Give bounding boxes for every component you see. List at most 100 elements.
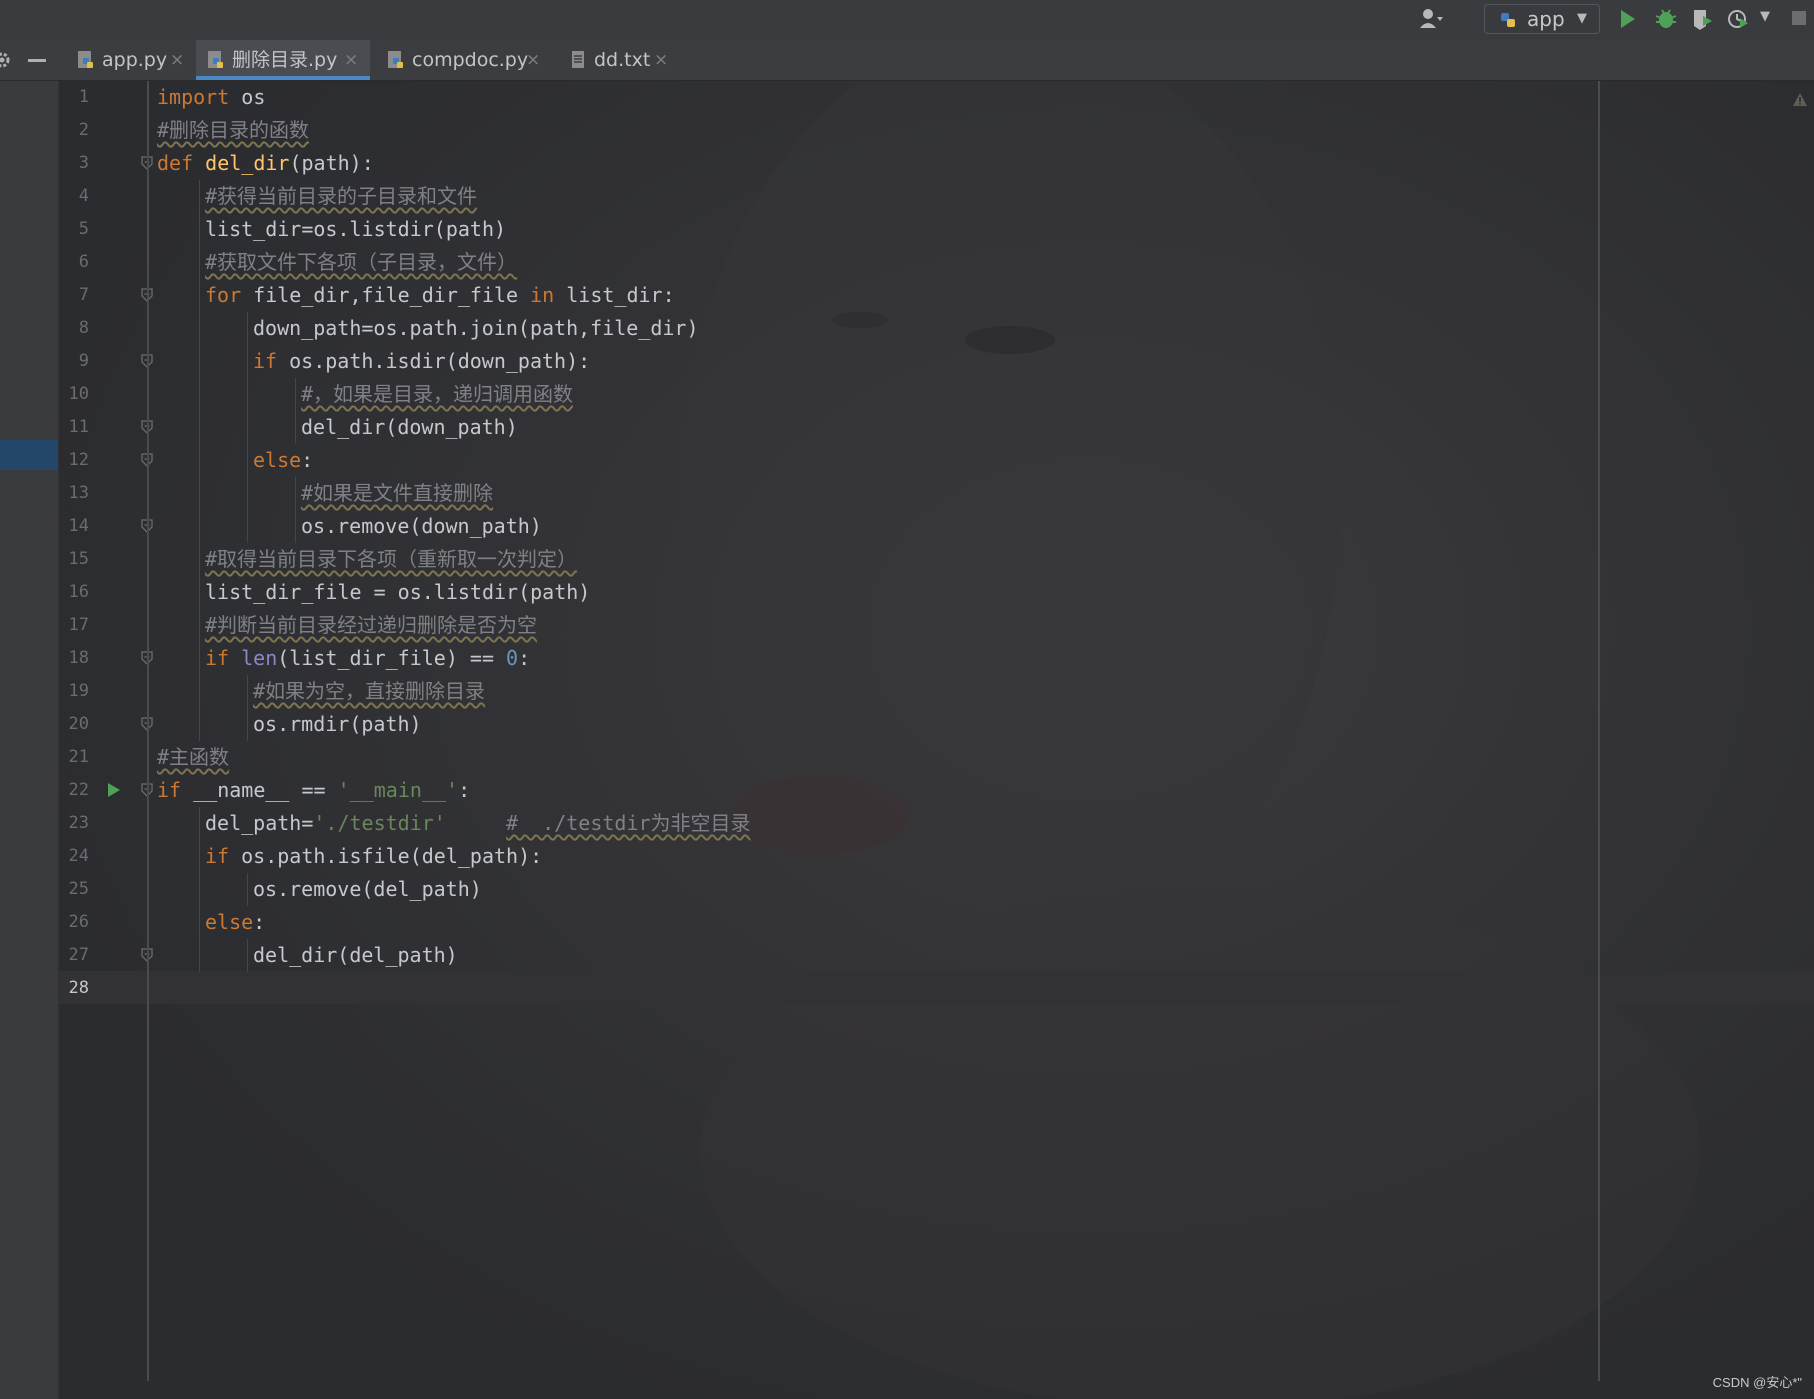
code-line[interactable]: down_path=os.path.join(path,file_dir)	[253, 312, 699, 345]
python-file-icon	[388, 51, 403, 68]
run-icon[interactable]	[1614, 6, 1640, 32]
code-token: :	[253, 910, 266, 934]
indent-guide	[295, 477, 296, 543]
gear-icon[interactable]	[0, 50, 12, 70]
code-editor[interactable]: import os #删除目录的函数 def del_dir(path): #获得当前…	[157, 81, 1587, 1381]
code-line[interactable]: #主函数	[157, 741, 229, 774]
main-toolbar: app ▼ ▼	[0, 0, 1814, 41]
code-line[interactable]: for file_dir,file_dir_file in list_dir:	[205, 279, 675, 312]
code-token: #主函数	[157, 745, 230, 769]
code-line[interactable]: os.remove(down_path)	[301, 510, 542, 543]
code-token: :	[518, 646, 531, 670]
code-line[interactable]: #判断当前目录经过递归删除是否为空	[205, 609, 537, 642]
code-token: os.path.isfile(del_path):	[229, 844, 543, 868]
code-token: (list_dir_file) ==	[277, 646, 507, 670]
code-line[interactable]: else:	[253, 444, 313, 477]
chevron-down-icon[interactable]: ▼	[1760, 9, 1770, 24]
code-line[interactable]: if len(list_dir_file) == 0:	[205, 642, 530, 675]
code-token: else	[253, 448, 302, 472]
close-icon[interactable]: ×	[526, 40, 540, 80]
code-token: os.remove(del_path)	[253, 877, 482, 901]
close-icon[interactable]: ×	[170, 40, 184, 80]
line-number: 7	[78, 285, 89, 305]
tab-dd-txt[interactable]: dd.txt ×	[558, 40, 682, 80]
code-token: os.remove(down_path)	[301, 514, 542, 538]
python-icon	[1501, 13, 1515, 27]
code-line[interactable]: if os.path.isdir(down_path):	[253, 345, 590, 378]
close-icon[interactable]: ×	[344, 40, 358, 80]
code-token: def	[157, 151, 194, 175]
indent-guide	[247, 312, 248, 543]
warning-icon[interactable]	[1792, 92, 1808, 108]
code-token: #删除目录的函数	[157, 118, 310, 142]
line-number: 5	[78, 219, 89, 239]
code-line[interactable]: list_dir_file = os.listdir(path)	[205, 576, 590, 609]
code-token: '__main__'	[337, 778, 459, 802]
code-token: #获取文件下各项（子目录，文件）	[205, 250, 518, 274]
line-number: 23	[68, 813, 89, 833]
line-number: 12	[68, 450, 89, 470]
code-token: #获得当前目录的子目录和文件	[205, 184, 478, 208]
indent-guide	[247, 675, 248, 741]
text-file-icon	[572, 51, 584, 68]
code-line[interactable]: #取得当前目录下各项（重新取一次判定）	[205, 543, 577, 576]
line-number: 26	[68, 912, 89, 932]
line-number: 15	[68, 549, 89, 569]
gutter-separator	[147, 81, 149, 1381]
code-line[interactable]: def del_dir(path):	[157, 147, 374, 180]
line-number: 14	[68, 516, 89, 536]
code-line[interactable]: #删除目录的函数	[157, 114, 309, 147]
code-line[interactable]: #如果为空，直接删除目录	[253, 675, 485, 708]
code-token: os.path.isdir(down_path):	[277, 349, 591, 373]
selected-tool-indicator	[0, 440, 58, 470]
debug-icon[interactable]	[1653, 6, 1679, 32]
close-icon[interactable]: ×	[654, 40, 668, 80]
code-line[interactable]: import os	[157, 81, 265, 114]
line-number: 4	[78, 186, 89, 206]
code-line[interactable]: del_dir(del_path)	[253, 939, 458, 972]
code-line[interactable]: os.rmdir(path)	[253, 708, 422, 741]
run-configuration-selector[interactable]: app ▼	[1484, 4, 1600, 34]
code-line[interactable]: del_path='./testdir' # ./testdir为非空目录	[205, 807, 751, 840]
python-file-icon	[78, 51, 93, 68]
code-token: if	[205, 844, 230, 868]
code-line[interactable]: #获得当前目录的子目录和文件	[205, 180, 477, 213]
code-token: #，如果是目录，递归调用函数	[301, 382, 574, 406]
code-token: #如果为空，直接删除目录	[253, 679, 486, 703]
code-line[interactable]: #，如果是目录，递归调用函数	[301, 378, 573, 411]
editor-gutter[interactable]: 1 2 3 4 5 6 7 8 9 10 11 12 13 14 15 16 17 18 19 20 21 22 23 24 2…	[59, 81, 153, 1381]
code-token: :	[458, 778, 471, 802]
tab-label: 删除目录.py	[232, 49, 338, 71]
line-number: 19	[68, 681, 89, 701]
code-token: if	[157, 778, 182, 802]
minimize-icon[interactable]	[28, 59, 46, 62]
code-line[interactable]: if __name__ == '__main__':	[157, 774, 470, 807]
code-token: list_dir_file = os.listdir(path)	[205, 580, 591, 604]
code-line[interactable]: list_dir=os.listdir(path)	[205, 213, 506, 246]
code-line[interactable]: #如果是文件直接删除	[301, 477, 493, 510]
code-token: if	[253, 349, 278, 373]
tab-delete-dir-py[interactable]: 删除目录.py ×	[196, 40, 370, 80]
code-line[interactable]: if os.path.isfile(del_path):	[205, 840, 542, 873]
stop-icon[interactable]	[1788, 6, 1814, 32]
line-number: 6	[78, 252, 89, 272]
code-line[interactable]: #获取文件下各项（子目录，文件）	[205, 246, 517, 279]
line-number: 9	[78, 351, 89, 371]
project-tool-strip[interactable]	[0, 81, 59, 1399]
profile-icon[interactable]	[1726, 6, 1752, 32]
coverage-icon[interactable]	[1690, 6, 1716, 32]
tab-app-py[interactable]: app.py ×	[66, 40, 190, 80]
tab-label: app.py	[102, 49, 168, 71]
run-gutter-icon[interactable]	[107, 782, 121, 798]
user-icon[interactable]	[1418, 6, 1444, 32]
code-line[interactable]: os.remove(del_path)	[253, 873, 482, 906]
tab-compdoc-py[interactable]: compdoc.py ×	[376, 40, 546, 80]
code-token: :	[301, 448, 314, 472]
code-token: os	[229, 85, 266, 109]
code-line[interactable]: else:	[205, 906, 265, 939]
line-number: 16	[68, 582, 89, 602]
code-line[interactable]: del_dir(down_path)	[301, 411, 518, 444]
code-token: #判断当前目录经过递归删除是否为空	[205, 613, 538, 637]
